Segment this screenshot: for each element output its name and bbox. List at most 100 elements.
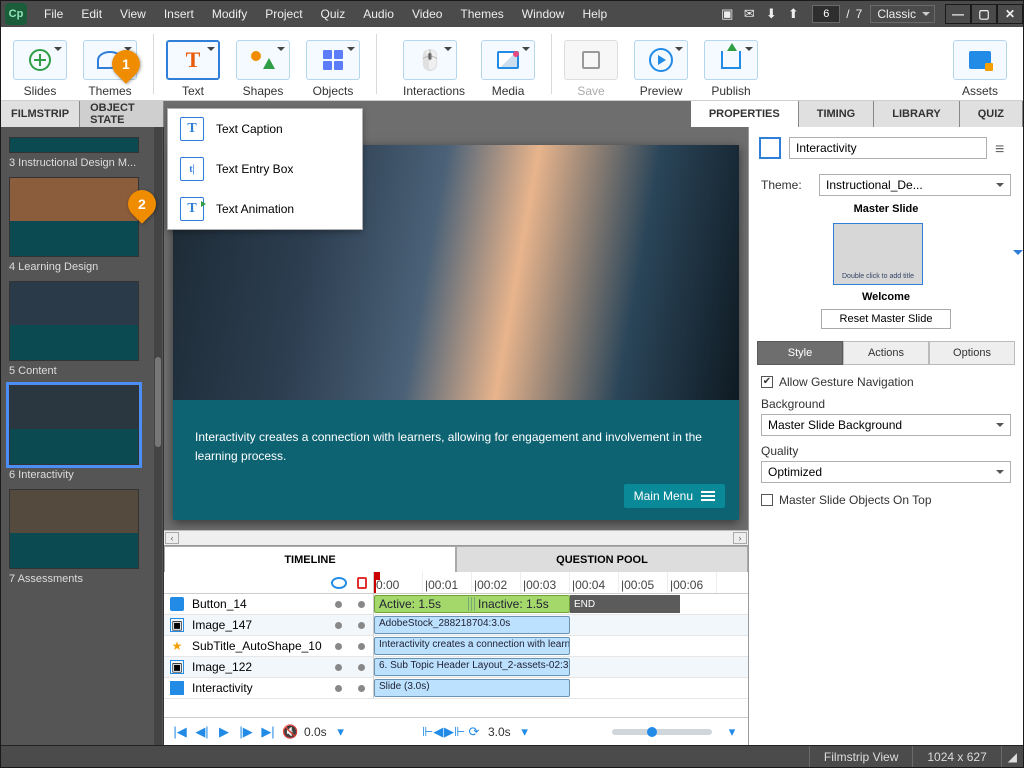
ribbon: Slides Themes TText Shapes Objects 🖱️Int… <box>1 27 1023 101</box>
snap2-icon[interactable]: ▶⊩ <box>444 724 460 740</box>
menu-audio[interactable]: Audio <box>354 1 403 27</box>
tabstrip: FILMSTRIP OBJECT STATE PROPERTIES TIMING… <box>1 101 1023 127</box>
theme-select[interactable]: Instructional_De... <box>819 174 1011 196</box>
subtab-options[interactable]: Options <box>929 341 1015 365</box>
timeline-controls: |◀ ◀| ▶ |▶ ▶| 🔇 0.0s ▾ ⊩◀ ▶⊩ ⟳ 3.0s▾ ▾ <box>164 717 748 745</box>
goto-start-icon[interactable]: |◀ <box>172 724 188 740</box>
ribbon-media[interactable]: Media <box>481 40 535 98</box>
tab-object-state[interactable]: OBJECT STATE <box>80 101 164 127</box>
timeline-zoom[interactable] <box>612 729 712 735</box>
ribbon-slides[interactable]: Slides <box>13 40 67 98</box>
menu-help[interactable]: Help <box>573 1 616 27</box>
step-back-icon[interactable]: ◀| <box>194 724 210 740</box>
filmstrip-label-7: 7 Assessments <box>9 573 155 585</box>
filmstrip-slide-3[interactable] <box>9 137 155 153</box>
properties-panel: Interactivity Theme:Instructional_De... … <box>748 127 1023 745</box>
ribbon-assets[interactable]: Assets <box>953 40 1007 98</box>
image-icon: ▣ <box>170 660 184 674</box>
panel-menu-icon[interactable] <box>995 141 1013 155</box>
maximize-button[interactable]: ▢ <box>971 4 997 24</box>
playhead[interactable] <box>374 572 376 593</box>
upload-icon[interactable]: ⬆ <box>782 6 804 22</box>
duration-icon[interactable]: ⟳ <box>466 724 482 740</box>
objects-on-top-checkbox[interactable]: Master Slide Objects On Top <box>761 493 1011 507</box>
play-icon <box>649 48 673 72</box>
menu-edit[interactable]: Edit <box>72 1 111 27</box>
menuitem-text-entry[interactable]: t|Text Entry Box <box>168 149 362 189</box>
goto-end-icon[interactable]: ▶| <box>260 724 276 740</box>
background-select[interactable]: Master Slide Background <box>761 414 1011 436</box>
menu-insert[interactable]: Insert <box>155 1 203 27</box>
menu-view[interactable]: View <box>111 1 155 27</box>
filmstrip-slide-6[interactable] <box>9 385 155 465</box>
menu-themes[interactable]: Themes <box>451 1 512 27</box>
master-dropdown-icon[interactable] <box>1013 250 1023 260</box>
slide-icon <box>170 681 184 695</box>
subtab-style[interactable]: Style <box>757 341 843 365</box>
assets-icon <box>969 51 991 69</box>
tab-timeline[interactable]: TIMELINE <box>164 546 456 572</box>
timeline-ruler[interactable]: 0:00|00:01|00:02|00:03|00:04|00:05|00:06 <box>374 572 748 593</box>
timeline-row-slide[interactable]: Interactivity Slide (3.0s) <box>164 678 748 699</box>
collapse-icon[interactable]: ▾ <box>724 724 740 740</box>
horizontal-scrollbar[interactable]: ‹› <box>164 530 748 545</box>
ribbon-publish[interactable]: Publish <box>704 40 758 98</box>
status-resize-grip[interactable]: ◢ <box>1001 746 1023 767</box>
gesture-nav-checkbox[interactable]: ✔Allow Gesture Navigation <box>761 375 1011 389</box>
plus-icon <box>29 49 51 71</box>
object-name-field[interactable]: Interactivity <box>789 137 987 159</box>
timeline-row-button14[interactable]: Button_14 Active: 1.5sInactive: 1.5s END <box>164 594 748 615</box>
mute-icon[interactable]: 🔇 <box>282 724 298 740</box>
visibility-icon[interactable] <box>331 577 347 589</box>
filmstrip-slide-4[interactable] <box>9 177 155 257</box>
star-icon: ★ <box>170 639 184 653</box>
tab-timing[interactable]: TIMING <box>799 101 875 127</box>
status-bar: Filmstrip View 1024 x 627 ◢ <box>1 745 1023 767</box>
mail-icon[interactable]: ✉ <box>738 6 760 22</box>
minimize-button[interactable]: — <box>945 4 971 24</box>
filmstrip-label-6: 6 Interactivity <box>9 469 155 481</box>
subtab-actions[interactable]: Actions <box>843 341 929 365</box>
play-icon[interactable]: ▶ <box>216 724 232 740</box>
menuitem-text-caption[interactable]: TText Caption <box>168 109 362 149</box>
lock-icon[interactable] <box>357 577 367 589</box>
menubar: Cp File Edit View Insert Modify Project … <box>1 1 1023 27</box>
ribbon-interactions[interactable]: 🖱️Interactions <box>403 40 465 98</box>
layout-icon[interactable]: ▣ <box>716 6 738 22</box>
tab-question-pool[interactable]: QUESTION POOL <box>456 546 748 572</box>
slide-body-text: Interactivity creates a connection with … <box>195 428 717 465</box>
menu-window[interactable]: Window <box>513 1 574 27</box>
ribbon-objects[interactable]: Objects <box>306 40 360 98</box>
tab-library[interactable]: LIBRARY <box>874 101 959 127</box>
workspace-selector[interactable]: Classic <box>870 5 935 23</box>
menuitem-text-animation[interactable]: Text Animation <box>168 189 362 229</box>
current-page[interactable]: 6 <box>812 5 840 23</box>
filmstrip-slide-5[interactable] <box>9 281 155 361</box>
snap-icon[interactable]: ⊩◀ <box>422 724 438 740</box>
ribbon-text[interactable]: TText <box>166 40 220 98</box>
menu-quiz[interactable]: Quiz <box>312 1 355 27</box>
download-icon[interactable]: ⬇ <box>760 6 782 22</box>
timeline-row-image147[interactable]: ▣Image_147 AdobeStock_288218704:3.0s <box>164 615 748 636</box>
master-slide-thumb[interactable]: Double click to add title <box>833 223 923 285</box>
step-fwd-icon[interactable]: |▶ <box>238 724 254 740</box>
filmstrip-label-3: 3 Instructional Design M... <box>9 157 155 169</box>
main-menu-button[interactable]: Main Menu <box>624 484 725 508</box>
menu-project[interactable]: Project <box>256 1 311 27</box>
tab-filmstrip[interactable]: FILMSTRIP <box>1 101 80 127</box>
menu-modify[interactable]: Modify <box>203 1 256 27</box>
ribbon-shapes[interactable]: Shapes <box>236 40 290 98</box>
filmstrip-scrollbar[interactable] <box>154 127 162 745</box>
filmstrip-slide-7[interactable] <box>9 489 155 569</box>
tab-properties[interactable]: PROPERTIES <box>691 101 799 127</box>
timeline-row-subtitle[interactable]: ★SubTitle_AutoShape_10 Interactivity cre… <box>164 636 748 657</box>
close-button[interactable]: ✕ <box>997 4 1023 24</box>
filmstrip-label-4: 4 Learning Design <box>9 261 155 273</box>
quality-select[interactable]: Optimized <box>761 461 1011 483</box>
menu-file[interactable]: File <box>35 1 72 27</box>
timeline-row-image122[interactable]: ▣Image_122 6. Sub Topic Header Layout_2-… <box>164 657 748 678</box>
menu-video[interactable]: Video <box>403 1 451 27</box>
tab-quiz[interactable]: QUIZ <box>960 101 1023 127</box>
ribbon-preview[interactable]: Preview <box>634 40 688 98</box>
reset-master-button[interactable]: Reset Master Slide <box>821 309 952 329</box>
